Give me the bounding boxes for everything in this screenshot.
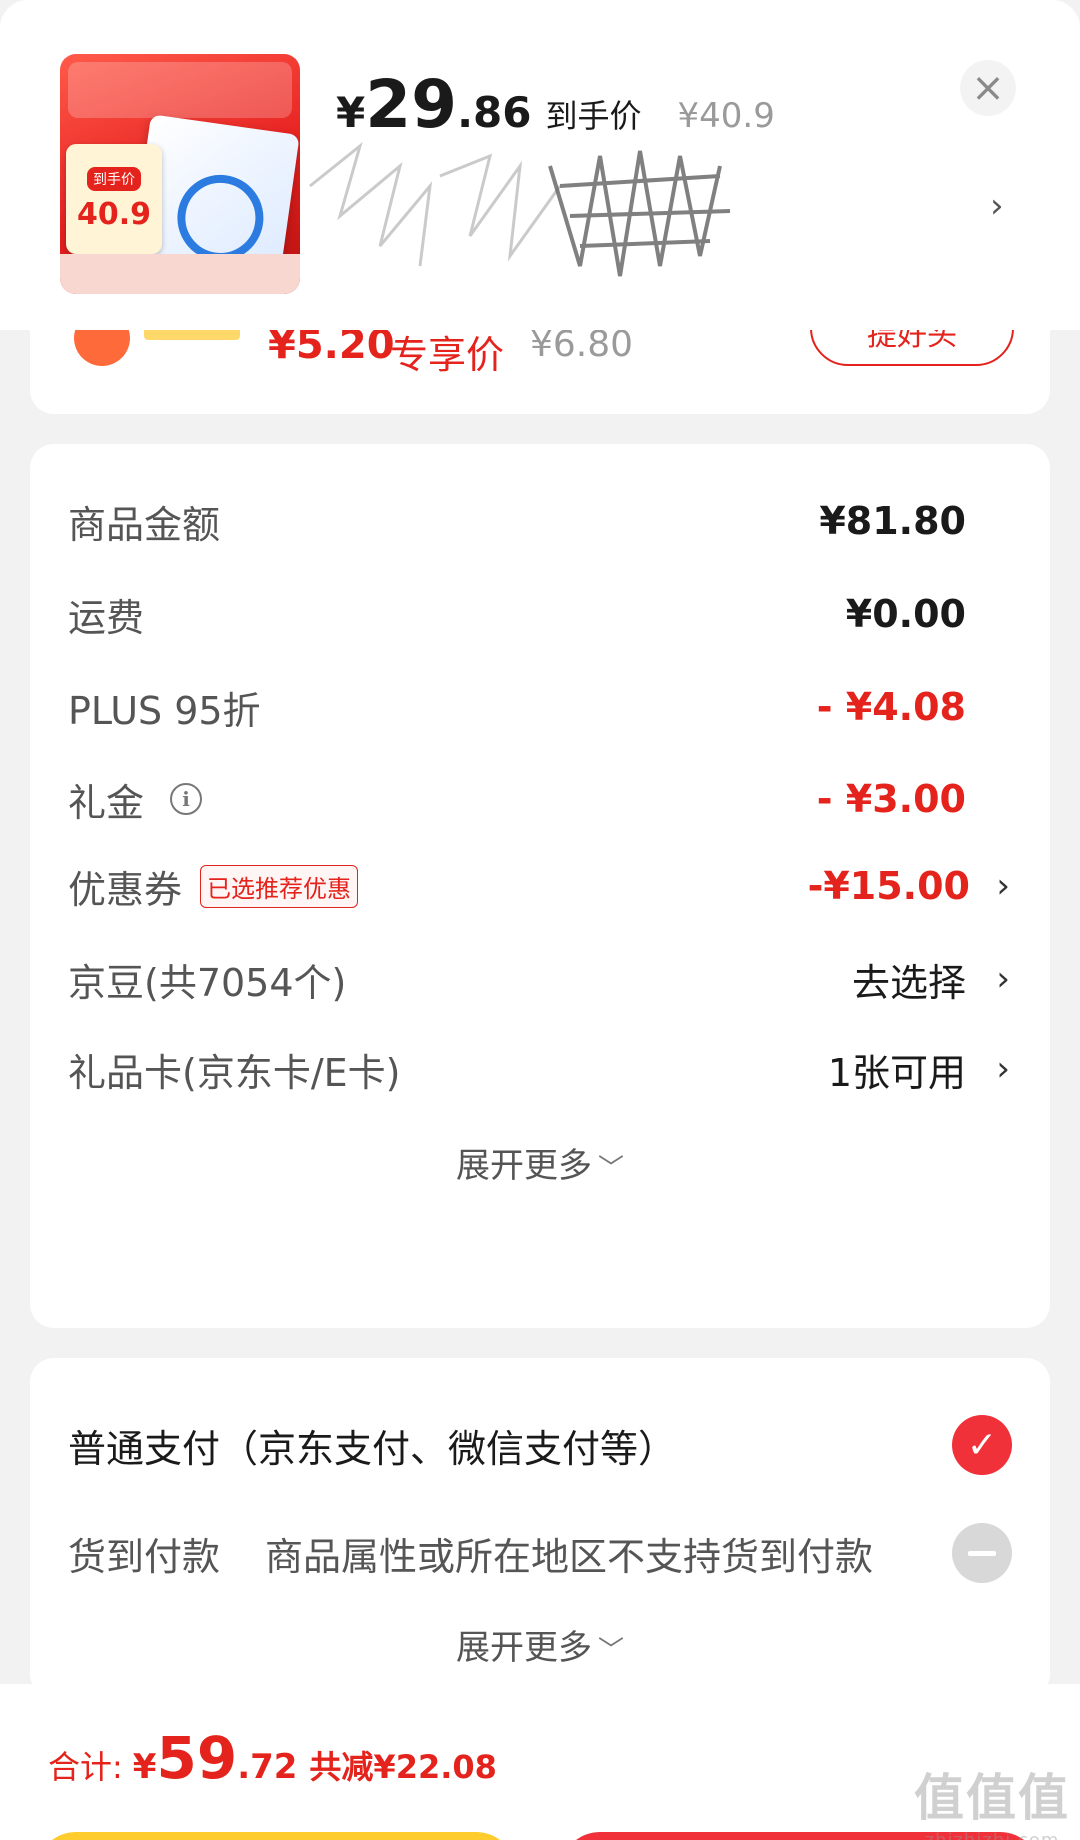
payment-option-label: 普通支付（京东支付、微信支付等） <box>68 1426 677 1471</box>
thumb-banner <box>68 62 292 118</box>
row-value: ¥81.80 <box>819 499 966 543</box>
secondary-action-button[interactable] <box>36 1832 516 1840</box>
watermark-logo: 值值值 <box>914 1769 1070 1827</box>
checkmark-icon[interactable]: ✓ <box>952 1415 1012 1475</box>
expand-more-button[interactable]: 展开更多 ﹀ <box>30 1620 1050 1669</box>
row-value: 去选择 <box>851 960 966 1005</box>
coupon-label: 优惠券 <box>68 867 183 912</box>
watermark-url: zhizhizhi.com <box>914 1830 1070 1840</box>
row-label: 礼品卡(京东卡/E卡) <box>68 1050 401 1095</box>
row-coupon[interactable]: 优惠券 已选推荐优惠 -¥15.00 › <box>30 851 1050 921</box>
payment-option-normal[interactable]: 普通支付（京东支付、微信支付等） ✓ <box>30 1410 1050 1480</box>
chevron-down-icon: ﹀ <box>597 1154 624 1184</box>
chevron-right-icon[interactable]: › <box>990 186 1004 226</box>
disabled-radio-icon <box>952 1523 1012 1583</box>
close-button[interactable]: × <box>960 60 1016 116</box>
row-plus-discount: PLUS 95折 - ¥4.08 <box>30 672 1050 742</box>
thumb-price-label: 到手价 <box>87 166 141 191</box>
row-value: - ¥4.08 <box>816 685 966 729</box>
row-value: -¥15.00 <box>807 864 970 908</box>
addon-item-button[interactable]: 提好头 <box>810 330 1014 366</box>
chevron-right-icon: › <box>996 866 1010 906</box>
total-saved: 共减¥22.08 <box>309 1748 497 1786</box>
total-currency: ¥ <box>132 1747 157 1787</box>
total-label: 合计: <box>48 1748 123 1786</box>
row-value: 1张可用 <box>827 1050 966 1095</box>
addon-item-tag <box>144 330 240 340</box>
row-label: 京豆(共7054个) <box>68 960 347 1005</box>
row-label: 优惠券 已选推荐优惠 <box>68 859 359 914</box>
row-shipping: 运费 ¥0.00 <box>30 579 1050 649</box>
addon-item-button-label: 提好头 <box>867 330 957 353</box>
close-icon: × <box>971 65 1005 111</box>
payment-method-card: 普通支付（京东支付、微信支付等） ✓ 货到付款 商品属性或所在地区不支持货到付款… <box>30 1358 1050 1698</box>
expand-more-label: 展开更多 <box>455 1628 592 1668</box>
order-total: 合计: ¥ 59 .72 共减¥22.08 <box>48 1724 497 1792</box>
thumb-price-value: 40.9 <box>76 196 152 232</box>
total-integer: 59 <box>156 1724 238 1792</box>
info-icon[interactable]: i <box>170 783 203 815</box>
row-label: 商品金额 <box>68 502 221 547</box>
gift-money-label: 礼金 <box>68 780 145 825</box>
addon-item-original-price: ¥6.80 <box>530 330 634 365</box>
chevron-right-icon: › <box>996 959 1010 999</box>
row-value: ¥0.00 <box>845 592 966 636</box>
total-decimal: .72 <box>237 1747 298 1787</box>
row-goods-amount: 商品金额 ¥81.80 <box>30 486 1050 556</box>
chevron-down-icon: ﹀ <box>597 1636 624 1666</box>
coupon-badge: 已选推荐优惠 <box>200 864 359 908</box>
addon-item-price-label: 专享价 <box>390 333 505 377</box>
expand-more-label: 展开更多 <box>455 1146 592 1186</box>
row-jd-beans[interactable]: 京豆(共7054个) 去选择 › <box>30 944 1050 1014</box>
thumb-base <box>60 254 300 294</box>
product-thumbnail[interactable]: 到手价 40.9 <box>60 54 300 294</box>
payment-option-cod: 货到付款 商品属性或所在地区不支持货到付款 <box>30 1518 1050 1588</box>
redacted-scribble <box>309 141 731 277</box>
product-summary-header: 到手价 40.9 ¥ 29 .86 到手价 ¥40.9 × › <box>0 0 1080 330</box>
row-label: 礼金 i <box>68 772 203 827</box>
row-label: PLUS 95折 <box>68 688 261 733</box>
price-breakdown-card: 商品金额 ¥81.80 运费 ¥0.00 PLUS 95折 - ¥4.08 礼金… <box>30 444 1050 1328</box>
chevron-right-icon: › <box>996 1049 1010 1089</box>
expand-more-button[interactable]: 展开更多 ﹀ <box>30 1138 1050 1187</box>
addon-item-card: ¥5.20 专享价 ¥6.80 提好头 <box>30 330 1050 414</box>
site-watermark: 值值值 zhizhizhi.com <box>914 1758 1070 1840</box>
payment-option-label: 货到付款 <box>68 1534 221 1579</box>
addon-item-icon <box>74 330 130 366</box>
row-value: - ¥3.00 <box>816 777 966 821</box>
addon-item-price: ¥5.20 <box>268 330 395 368</box>
row-label: 运费 <box>68 595 145 640</box>
row-gift-money: 礼金 i - ¥3.00 <box>30 764 1050 834</box>
row-gift-card[interactable]: 礼品卡(京东卡/E卡) 1张可用 › <box>30 1034 1050 1104</box>
thumb-price-tag: 到手价 40.9 <box>66 144 162 254</box>
payment-option-note: 商品属性或所在地区不支持货到付款 <box>265 1534 874 1579</box>
